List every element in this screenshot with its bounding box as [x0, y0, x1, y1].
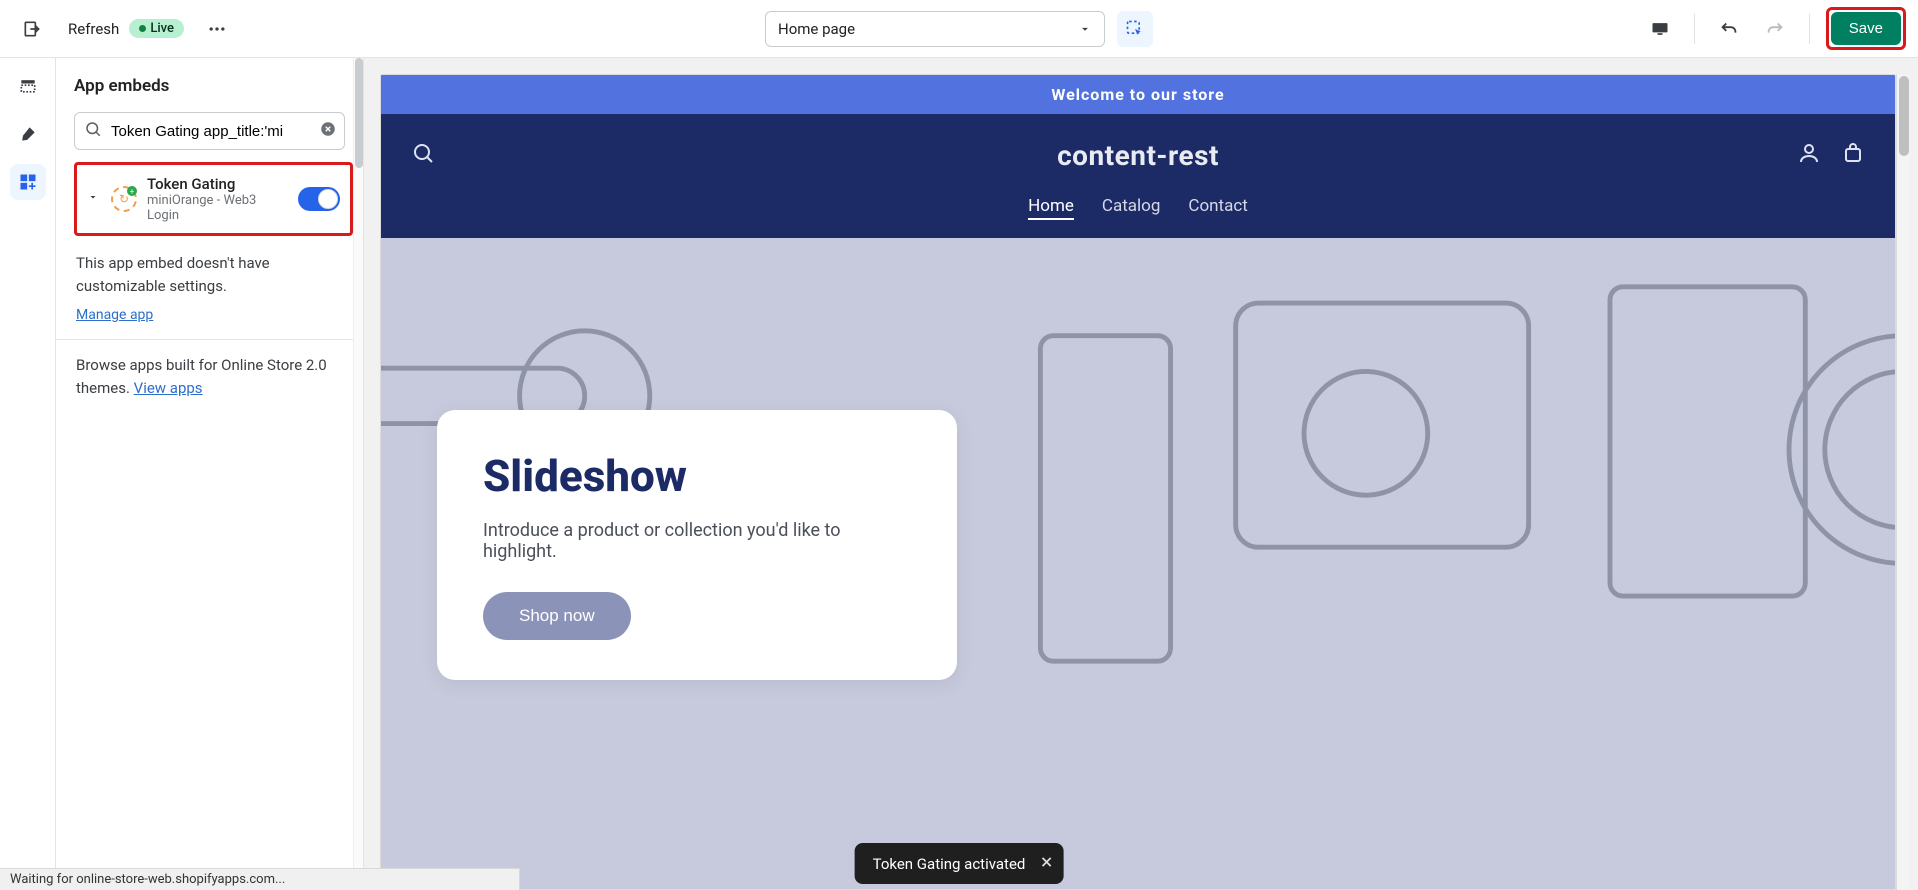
manage-app-link[interactable]: Manage app — [76, 307, 153, 323]
dots-horizontal-icon — [207, 19, 227, 39]
sections-icon — [18, 76, 38, 96]
browser-statusbar: Waiting for online-store-web.shopifyapps… — [0, 868, 520, 890]
bag-icon — [1841, 141, 1865, 165]
store-header: content-rest — [381, 114, 1895, 196]
scrollbar-thumb[interactable] — [355, 58, 363, 168]
live-dot-icon — [139, 25, 146, 32]
undo-button[interactable] — [1711, 11, 1747, 47]
store-search-button[interactable] — [411, 141, 435, 169]
live-badge: Live — [129, 19, 184, 38]
store-account-button[interactable] — [1797, 141, 1821, 169]
store-hero: Slideshow Introduce a product or collect… — [381, 238, 1895, 889]
caret-down-icon — [1078, 22, 1092, 36]
hero-title: Slideshow — [483, 450, 911, 502]
rail-sections-button[interactable] — [10, 68, 46, 104]
search-icon — [84, 120, 102, 142]
app-embed-card-token-gating: ↻+ Token Gating miniOrange - Web3 Login — [74, 162, 353, 236]
hero-card: Slideshow Introduce a product or collect… — [437, 410, 957, 680]
embed-title: Token Gating — [147, 175, 288, 193]
topbar-center: Home page — [765, 11, 1153, 47]
toggle-knob — [318, 189, 338, 209]
paintbrush-icon — [18, 124, 38, 144]
sidebar-title: App embeds — [74, 76, 357, 96]
page-selector[interactable]: Home page — [765, 11, 1105, 47]
toast: Token Gating activated — [855, 843, 1064, 884]
store-brand[interactable]: content-rest — [1057, 139, 1219, 172]
expand-caret[interactable] — [87, 191, 101, 207]
sidebar: App embeds ↻+ Token Gating miniOrange - … — [56, 58, 364, 890]
app-icon: ↻+ — [111, 186, 137, 212]
store-announcement-bar: Welcome to our store — [381, 75, 1895, 114]
embed-text: Token Gating miniOrange - Web3 Login — [147, 175, 288, 223]
inspector-toggle[interactable] — [1117, 11, 1153, 47]
live-badge-label: Live — [150, 21, 174, 36]
refresh-button[interactable]: Refresh — [68, 20, 119, 38]
divider — [1809, 14, 1810, 44]
redo-icon — [1764, 18, 1786, 40]
scrollbar-thumb[interactable] — [1899, 76, 1909, 156]
nav-catalog[interactable]: Catalog — [1102, 196, 1161, 220]
divider — [1694, 14, 1695, 44]
close-icon — [1039, 855, 1053, 869]
divider — [56, 339, 363, 340]
hero-subtitle: Introduce a product or collection you'd … — [483, 520, 911, 562]
viewport-desktop-button[interactable] — [1642, 11, 1678, 47]
more-menu-button[interactable] — [202, 14, 232, 44]
no-settings-note: This app embed doesn't have customizable… — [76, 252, 345, 297]
body: App embeds ↻+ Token Gating miniOrange - … — [0, 58, 1918, 890]
clear-search-button[interactable] — [319, 120, 337, 142]
search-icon — [411, 141, 435, 165]
user-icon — [1797, 141, 1821, 165]
rail-theme-settings-button[interactable] — [10, 116, 46, 152]
undo-icon — [1718, 18, 1740, 40]
desktop-icon — [1650, 19, 1670, 39]
rail-app-embeds-button[interactable] — [10, 164, 46, 200]
toast-message: Token Gating activated — [873, 855, 1026, 873]
left-icon-rail — [0, 58, 56, 890]
preview-area: Welcome to our store content-rest — [364, 58, 1918, 890]
store-cart-button[interactable] — [1841, 141, 1865, 169]
topbar-right: Save — [1642, 7, 1906, 50]
view-apps-link[interactable]: View apps — [134, 379, 203, 397]
exit-button[interactable] — [12, 9, 52, 49]
store-preview-frame: Welcome to our store content-rest — [380, 74, 1896, 890]
embed-enable-toggle[interactable] — [298, 187, 340, 211]
cursor-inspect-icon — [1125, 19, 1145, 39]
search-wrap — [74, 112, 345, 150]
store-nav: Home Catalog Contact — [381, 196, 1895, 238]
topbar: Refresh Live Home page Save — [0, 0, 1918, 58]
nav-home[interactable]: Home — [1028, 196, 1074, 220]
nav-contact[interactable]: Contact — [1188, 196, 1247, 220]
embed-subtitle: miniOrange - Web3 Login — [147, 193, 288, 223]
exit-icon — [22, 19, 42, 39]
preview-scrollbar[interactable] — [1896, 74, 1910, 890]
browse-apps-note: Browse apps built for Online Store 2.0 t… — [76, 354, 345, 399]
sidebar-scrollbar[interactable] — [353, 58, 363, 890]
hero-cta-button[interactable]: Shop now — [483, 592, 631, 640]
save-button[interactable]: Save — [1831, 12, 1901, 45]
clear-icon — [319, 120, 337, 138]
toast-close-button[interactable] — [1039, 853, 1053, 874]
redo-button[interactable] — [1757, 11, 1793, 47]
caret-down-icon — [87, 191, 99, 203]
app-embed-search-input[interactable] — [74, 112, 345, 150]
save-highlight: Save — [1826, 7, 1906, 50]
page-selector-label: Home page — [778, 20, 855, 38]
app-embeds-icon — [18, 172, 38, 192]
